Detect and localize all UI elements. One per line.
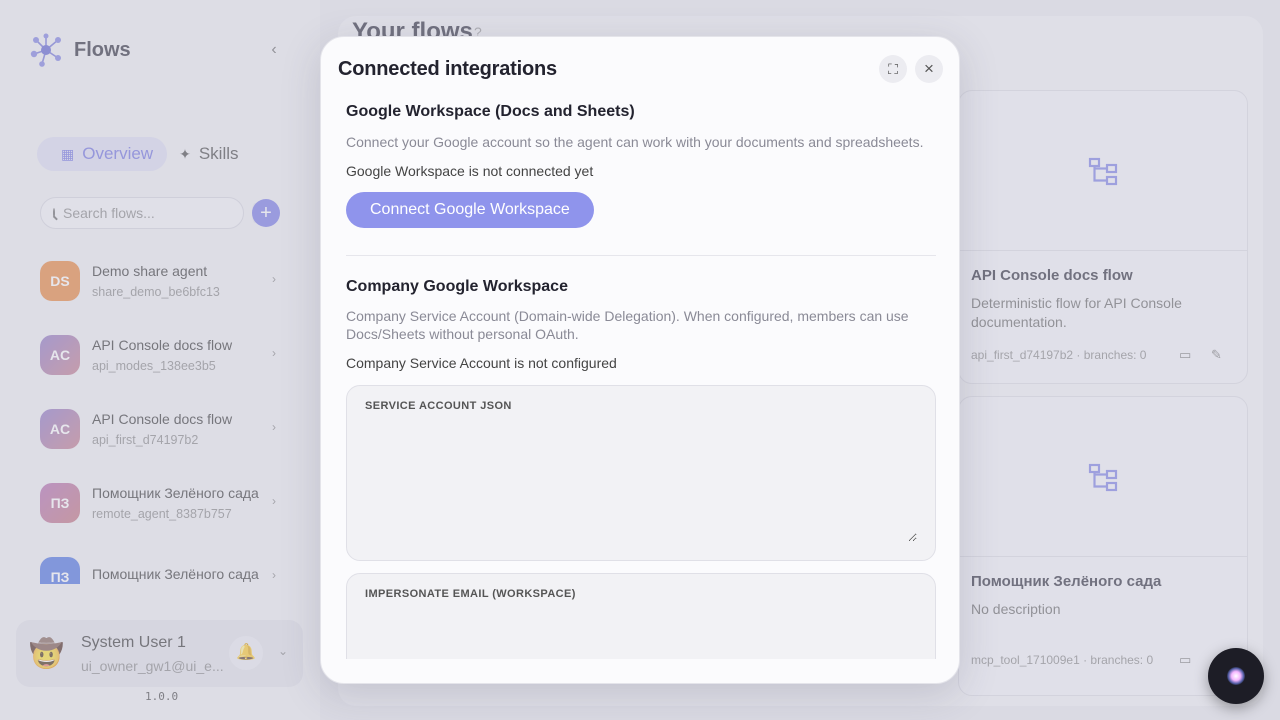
google-section-title: Google Workspace (Docs and Sheets) bbox=[346, 103, 635, 120]
impersonate-email-label: IMPERSONATE EMAIL (WORKSPACE) bbox=[365, 588, 576, 600]
modal-body: Google Workspace (Docs and Sheets) Conne… bbox=[346, 101, 936, 659]
integrations-modal: Connected integrations ⛶ × Google Worksp… bbox=[320, 36, 960, 684]
company-section-title: Company Google Workspace bbox=[346, 278, 568, 295]
company-section-description: Company Service Account (Domain-wide Del… bbox=[346, 308, 909, 342]
service-account-json-input[interactable] bbox=[365, 420, 917, 542]
sparkle-icon bbox=[1227, 667, 1245, 685]
company-status: Company Service Account is not configure… bbox=[346, 355, 617, 371]
google-section-description: Connect your Google account so the agent… bbox=[346, 134, 924, 150]
impersonate-email-field: IMPERSONATE EMAIL (WORKSPACE) bbox=[346, 573, 936, 659]
assistant-button[interactable] bbox=[1208, 648, 1264, 704]
expand-button[interactable]: ⛶ bbox=[879, 55, 907, 83]
fullscreen-icon: ⛶ bbox=[888, 61, 898, 77]
section-divider bbox=[346, 255, 936, 256]
close-button[interactable]: × bbox=[915, 55, 943, 83]
google-status: Google Workspace is not connected yet bbox=[346, 163, 594, 179]
close-icon: × bbox=[924, 59, 934, 78]
service-account-json-field: SERVICE ACCOUNT JSON bbox=[346, 385, 936, 561]
modal-title: Connected integrations bbox=[338, 58, 557, 80]
impersonate-email-input[interactable] bbox=[365, 608, 917, 632]
connect-google-button[interactable]: Connect Google Workspace bbox=[346, 192, 594, 228]
service-account-json-label: SERVICE ACCOUNT JSON bbox=[365, 400, 512, 412]
